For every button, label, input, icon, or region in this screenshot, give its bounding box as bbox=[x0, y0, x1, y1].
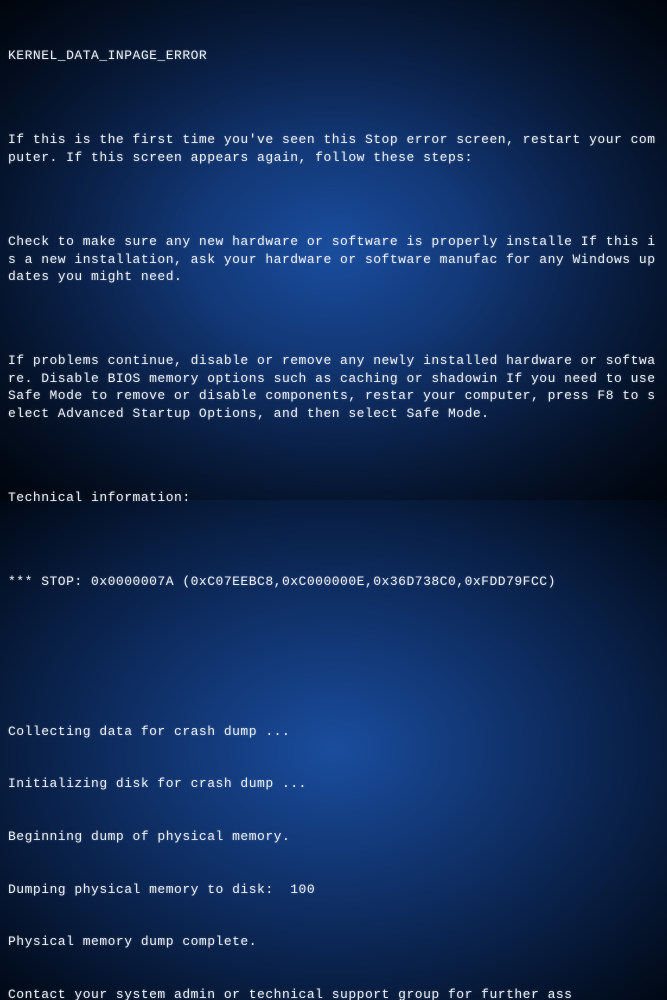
stop-code: *** STOP: 0x0000007A (0xC07EEBC8,0xC0000… bbox=[8, 573, 659, 591]
instruction-check-hardware: Check to make sure any new hardware or s… bbox=[8, 233, 659, 286]
technical-info-header: Technical information: bbox=[8, 489, 659, 507]
dump-collecting: Collecting data for crash dump ... bbox=[8, 723, 659, 741]
error-title: KERNEL_DATA_INPAGE_ERROR bbox=[8, 47, 659, 65]
dump-initializing: Initializing disk for crash dump ... bbox=[8, 775, 659, 793]
instruction-disable-remove: If problems continue, disable or remove … bbox=[8, 352, 659, 422]
instruction-first-time: If this is the first time you've seen th… bbox=[8, 131, 659, 166]
dump-beginning: Beginning dump of physical memory. bbox=[8, 828, 659, 846]
crash-dump-section: Collecting data for crash dump ... Initi… bbox=[8, 688, 659, 1000]
dump-complete: Physical memory dump complete. bbox=[8, 933, 659, 951]
dump-progress: Dumping physical memory to disk: 100 bbox=[8, 881, 659, 899]
dump-contact: Contact your system admin or technical s… bbox=[8, 986, 659, 1000]
bsod-screen: KERNEL_DATA_INPAGE_ERROR If this is the … bbox=[8, 12, 659, 1000]
